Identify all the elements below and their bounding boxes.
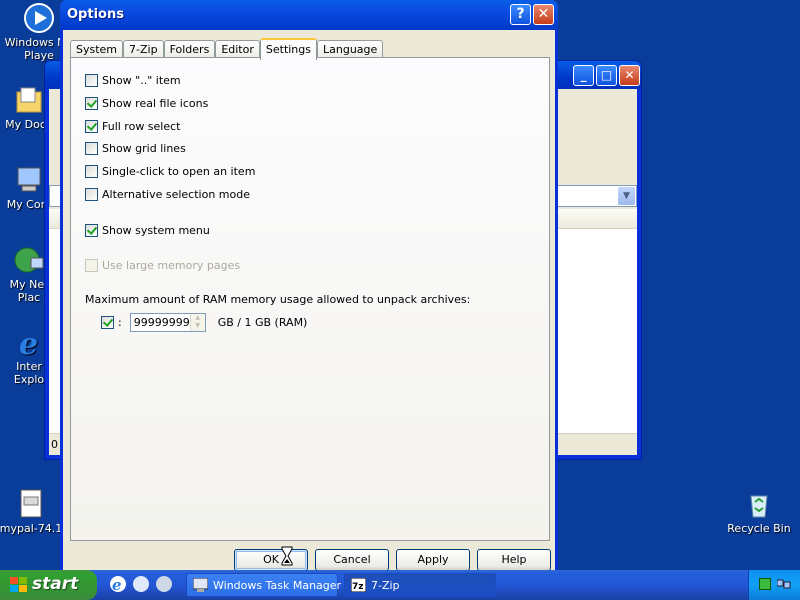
taskbar: start e Windows Task Manager 7z 7-Zip: [0, 570, 800, 600]
option-show-grid-lines[interactable]: Show grid lines: [85, 140, 186, 156]
chevron-down-icon[interactable]: ▼: [618, 187, 635, 205]
settings-page: Show ".." item Show real file icons Full…: [70, 57, 550, 541]
windows-flag-icon: [10, 577, 27, 593]
svg-text:e: e: [19, 327, 38, 358]
task-label: Windows Task Manager: [213, 579, 342, 592]
single-click-checkbox[interactable]: [85, 164, 98, 178]
taskbar-item-7zip[interactable]: 7z 7-Zip: [344, 573, 496, 597]
show-system-menu-checkbox[interactable]: [85, 223, 98, 237]
quicklaunch-show-desktop-icon[interactable]: [133, 576, 149, 592]
apply-button[interactable]: Apply: [396, 549, 470, 571]
option-show-dotdot[interactable]: Show ".." item: [85, 72, 181, 88]
ram-limit-checkbox[interactable]: [101, 315, 114, 329]
my-documents-icon: [13, 84, 45, 116]
taskbar-item-task-manager[interactable]: Windows Task Manager: [186, 573, 342, 597]
question-icon: ?: [516, 6, 525, 22]
desktop-icon-label: Recycle Bin: [727, 522, 791, 535]
option-label: Show ".." item: [102, 73, 181, 87]
option-label: Single-click to open an item: [102, 164, 256, 178]
option-large-memory-pages: Use large memory pages: [85, 257, 240, 273]
ram-limit-row: : 9999999999 ▲ ▼ GB / 1 GB (RAM): [101, 312, 307, 332]
option-label: Show system menu: [102, 223, 210, 237]
file-icon: [15, 488, 47, 520]
7zip-icon: 7z: [350, 577, 367, 593]
tab-settings[interactable]: Settings: [259, 38, 317, 60]
start-label: start: [32, 574, 79, 594]
start-button[interactable]: start: [0, 570, 97, 600]
options-dialog[interactable]: Options ? ✕ System 7-Zip Folders Editor …: [60, 0, 558, 575]
show-grid-lines-checkbox[interactable]: [85, 141, 98, 155]
dialog-titlebar[interactable]: Options: [60, 0, 558, 30]
full-row-select-checkbox[interactable]: [85, 119, 98, 133]
option-label: Show real file icons: [102, 96, 209, 110]
close-icon: ✕: [624, 68, 635, 82]
help-button[interactable]: Help: [477, 549, 551, 571]
desktop-icon-recycle-bin[interactable]: Recycle Bin: [714, 488, 800, 535]
internet-explorer-icon: e: [13, 326, 45, 362]
option-single-click[interactable]: Single-click to open an item: [85, 163, 255, 179]
cancel-button[interactable]: Cancel: [315, 549, 389, 571]
close-icon: ✕: [537, 6, 550, 22]
maximize-button[interactable]: □: [596, 65, 617, 86]
network-places-icon: [13, 244, 45, 276]
task-manager-icon: [192, 577, 209, 592]
dialog-title: Options: [67, 7, 124, 22]
option-full-row-select[interactable]: Full row select: [85, 118, 181, 134]
minimize-button[interactable]: _: [573, 65, 594, 86]
ram-colon: :: [118, 315, 122, 329]
show-dotdot-checkbox[interactable]: [85, 73, 98, 87]
ram-unit-label: GB / 1 GB (RAM): [217, 315, 308, 329]
hourglass-icon: [281, 546, 293, 566]
recycle-bin-icon: [743, 488, 775, 520]
quicklaunch-media-player-icon[interactable]: [156, 576, 172, 592]
ram-limit-label: Maximum amount of RAM memory usage allow…: [85, 293, 471, 306]
quicklaunch-ie-icon[interactable]: e: [110, 576, 126, 594]
ok-button[interactable]: OK: [234, 549, 308, 571]
tray-app-icon[interactable]: [759, 578, 771, 590]
option-alternative-selection[interactable]: Alternative selection mode: [85, 186, 250, 202]
option-label: Use large memory pages: [102, 258, 241, 272]
close-button[interactable]: ✕: [533, 4, 554, 25]
close-button[interactable]: ✕: [619, 65, 640, 86]
network-tray-icon[interactable]: [776, 578, 791, 590]
dialog-client: System 7-Zip Folders Editor Settings Lan…: [63, 30, 555, 575]
option-label: Show grid lines: [102, 141, 186, 155]
help-title-button[interactable]: ?: [510, 4, 531, 25]
system-tray: [748, 570, 800, 600]
task-label: 7-Zip: [371, 579, 400, 592]
show-real-file-icons-checkbox[interactable]: [85, 96, 98, 110]
svg-text:7z: 7z: [352, 582, 364, 592]
option-show-system-menu[interactable]: Show system menu: [85, 222, 210, 238]
media-player-icon: [23, 2, 55, 34]
alternative-selection-checkbox[interactable]: [85, 187, 98, 201]
my-computer-icon: [13, 164, 45, 196]
tab-strip: System 7-Zip Folders Editor Settings Lan…: [70, 37, 384, 60]
spinner-arrows-icon[interactable]: ▲ ▼: [189, 313, 205, 331]
svg-text:e: e: [112, 576, 122, 592]
minimize-icon: _: [580, 68, 587, 82]
status-text: 0: [51, 438, 58, 451]
maximize-icon: □: [600, 68, 613, 82]
ram-limit-spinner[interactable]: 9999999999 ▲ ▼: [129, 312, 206, 332]
option-label: Full row select: [102, 119, 181, 133]
large-memory-pages-checkbox: [85, 258, 98, 272]
option-label: Alternative selection mode: [102, 187, 250, 201]
option-show-real-file-icons[interactable]: Show real file icons: [85, 95, 208, 111]
